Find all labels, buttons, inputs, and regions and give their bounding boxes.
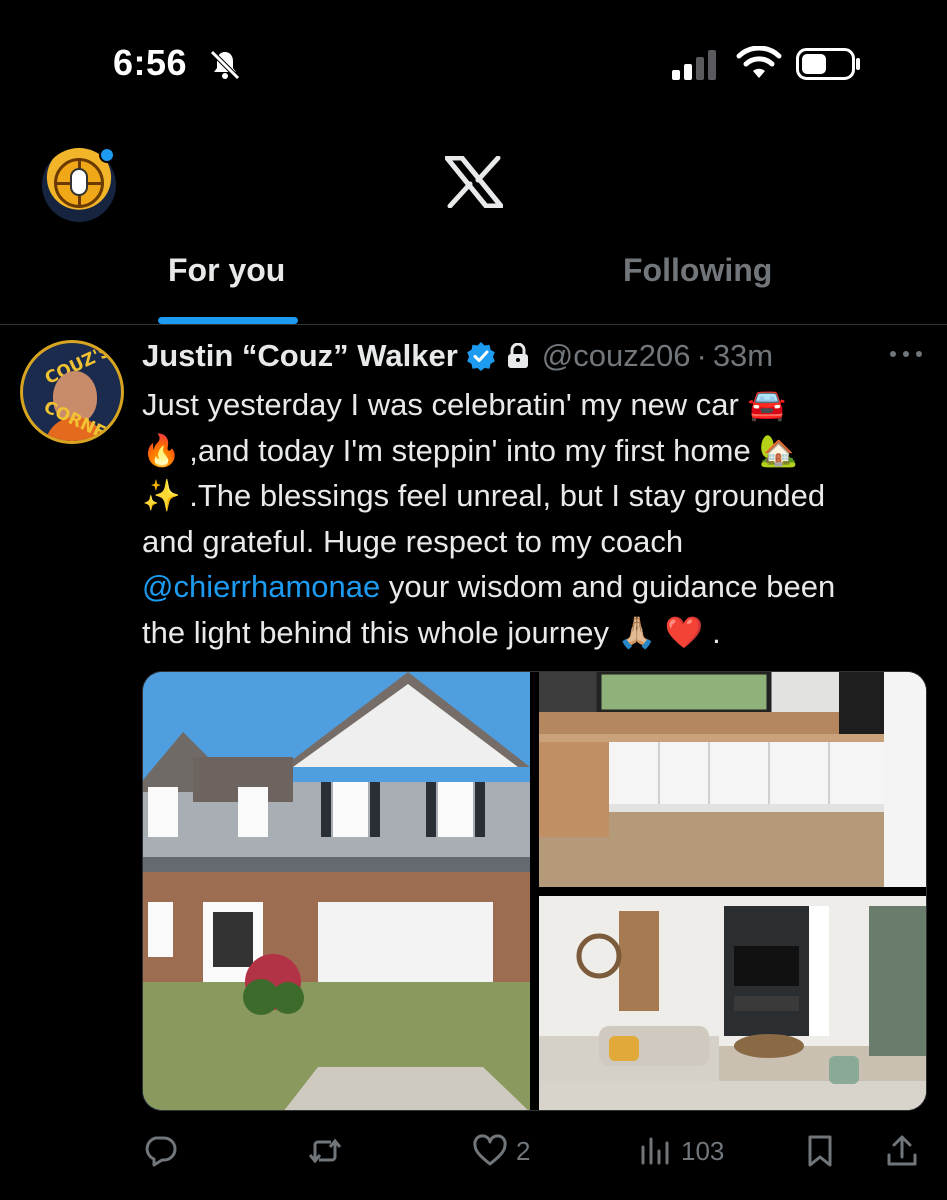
tab-for-you[interactable]: For you bbox=[168, 252, 285, 289]
photo-house-exterior[interactable] bbox=[143, 672, 530, 1110]
notification-dot bbox=[99, 147, 115, 163]
verified-badge-icon bbox=[466, 342, 495, 371]
photo-kitchen[interactable] bbox=[539, 672, 926, 887]
reply-button[interactable] bbox=[142, 1126, 186, 1176]
house-illustration bbox=[143, 672, 530, 1110]
author-handle[interactable]: @couz206 bbox=[542, 338, 691, 374]
tweet-actions: 2 103 bbox=[142, 1126, 932, 1176]
author-name[interactable]: Justin “Couz” Walker bbox=[142, 338, 458, 374]
like-count: 2 bbox=[516, 1135, 531, 1166]
active-tab-indicator bbox=[158, 317, 298, 324]
x-logo-icon[interactable] bbox=[445, 156, 503, 208]
tweet-text-line: Just yesterday I was celebratin' my new … bbox=[142, 387, 787, 422]
signal-icon bbox=[672, 50, 716, 80]
photo-living-room[interactable] bbox=[539, 896, 926, 1110]
media-grid bbox=[142, 671, 927, 1111]
views-count: 103 bbox=[681, 1135, 725, 1166]
app-root: 6:56 For you Following COUZ'S CORNER Jus… bbox=[0, 0, 947, 1200]
tweet-text-line: ✨ .The blessings feel unreal, but I stay… bbox=[142, 478, 826, 514]
tweet-time[interactable]: 33m bbox=[713, 338, 773, 374]
living-room-illustration bbox=[539, 896, 926, 1110]
tweet-card[interactable]: COUZ'S CORNER Justin “Couz” Walker @couz… bbox=[0, 326, 947, 1200]
tweet-text-line: the light behind this whole journey 🙏🏼 ❤… bbox=[142, 614, 721, 650]
views-button[interactable]: 103 bbox=[637, 1126, 724, 1176]
retweet-button[interactable] bbox=[307, 1126, 351, 1176]
tweet-header: Justin “Couz” Walker @couz206 · 33m bbox=[142, 336, 773, 376]
heart-icon bbox=[473, 1134, 507, 1166]
bell-slash-icon bbox=[210, 50, 240, 80]
status-time: 6:56 bbox=[113, 42, 188, 83]
lock-icon bbox=[507, 343, 528, 368]
kitchen-illustration bbox=[539, 672, 926, 887]
author-avatar[interactable]: COUZ'S CORNER bbox=[20, 340, 124, 444]
tweet-text: Just yesterday I was celebratin' my new … bbox=[142, 382, 932, 656]
reply-icon bbox=[145, 1136, 177, 1167]
bookmark-button[interactable] bbox=[802, 1126, 838, 1176]
mention-link[interactable]: @chierrhamonae bbox=[142, 569, 380, 604]
timeline-header: For you Following bbox=[0, 120, 947, 325]
microphone-graphic bbox=[70, 168, 88, 196]
battery-icon bbox=[796, 48, 860, 80]
tweet-text-line: 🔥 ,and today I'm steppin' into my first … bbox=[142, 432, 798, 468]
share-icon bbox=[887, 1135, 917, 1166]
wifi-icon bbox=[736, 46, 782, 78]
separator-dot: · bbox=[696, 338, 707, 373]
more-options-icon[interactable] bbox=[888, 346, 924, 362]
status-bar: 6:56 bbox=[0, 0, 947, 120]
tweet-text-line-mention: @chierrhamonae your wisdom and guidance … bbox=[142, 564, 932, 610]
retweet-icon bbox=[308, 1138, 342, 1164]
tweet-text-line: and grateful. Huge respect to my coach bbox=[142, 523, 684, 559]
tab-following[interactable]: Following bbox=[623, 252, 772, 289]
views-chart-icon bbox=[641, 1137, 669, 1165]
bookmark-icon bbox=[808, 1135, 832, 1167]
tweet-text-segment: your wisdom and guidance been bbox=[380, 569, 836, 605]
share-button[interactable] bbox=[884, 1126, 920, 1176]
like-button[interactable]: 2 bbox=[472, 1126, 530, 1176]
